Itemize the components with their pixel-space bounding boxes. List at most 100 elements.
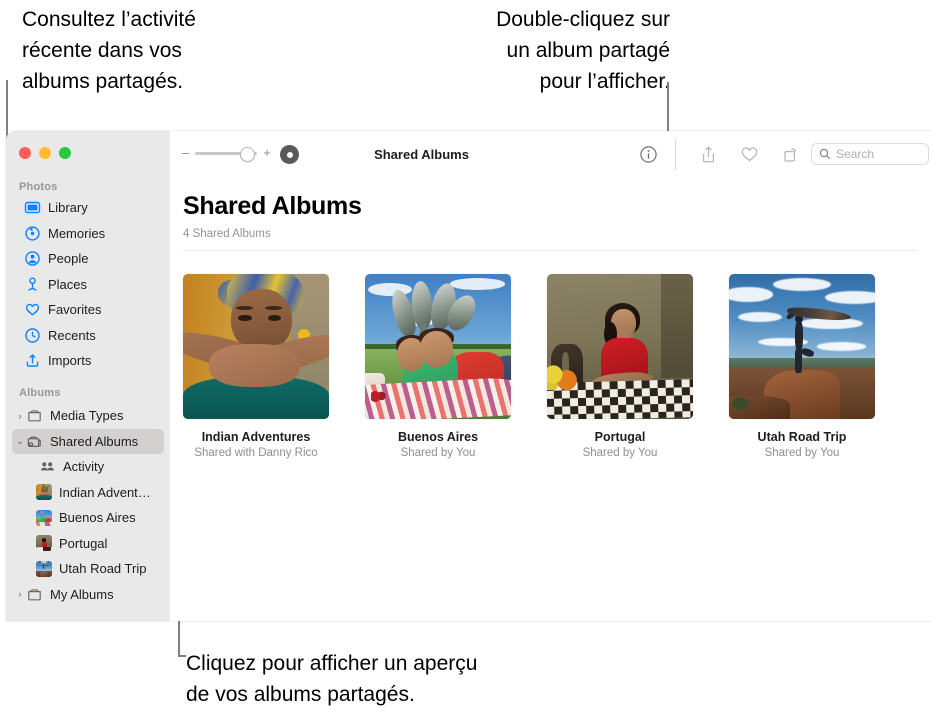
minimize-window-button[interactable]	[39, 147, 51, 159]
view-mode-icon[interactable]	[280, 145, 299, 164]
sidebar: Photos Library Memories People Places Fa…	[6, 131, 171, 621]
maximize-window-button[interactable]	[59, 147, 71, 159]
content-divider	[183, 250, 918, 251]
sidebar-item-label: Imports	[48, 353, 92, 369]
album-thumbnail-icon	[36, 509, 52, 526]
sidebar-item-shared-albums[interactable]: ⌄ Shared Albums	[12, 428, 164, 454]
chevron-down-icon[interactable]: ⌄	[15, 436, 25, 447]
album-shared-status: Shared by You	[764, 447, 840, 459]
places-icon	[24, 276, 41, 293]
heart-icon[interactable]	[739, 144, 760, 165]
zoom-slider[interactable]: – +	[182, 146, 271, 162]
search-placeholder: Search	[836, 147, 875, 161]
album-card-buenos-aires[interactable]: Buenos Aires Shared by You	[365, 274, 511, 459]
folder-icon	[26, 407, 43, 424]
sidebar-group-title-photos: Photos	[19, 181, 58, 193]
callout-activity-text: Consultez l’activité récente dans vos al…	[22, 8, 196, 93]
import-icon	[24, 352, 41, 369]
sidebar-item-imports[interactable]: Imports	[12, 348, 164, 374]
album-shared-status: Shared with Danny Rico	[194, 447, 318, 459]
window-controls	[19, 147, 71, 159]
sidebar-item-portugal[interactable]: Portugal	[12, 531, 164, 557]
photos-app-window: Photos Library Memories People Places Fa…	[6, 131, 931, 621]
search-icon	[819, 148, 831, 160]
sidebar-item-label: Indian Advent…	[59, 484, 151, 500]
sidebar-item-label: Recents	[48, 327, 96, 343]
photo-woman-at-checkered-table	[547, 274, 693, 419]
sidebar-item-buenos-aires[interactable]: Buenos Aires	[12, 505, 164, 531]
chevron-right-icon[interactable]: ›	[15, 411, 25, 421]
sidebar-item-label: Places	[48, 276, 88, 292]
sidebar-item-utah-road-trip[interactable]: Utah Road Trip	[12, 556, 164, 582]
sidebar-item-label: Activity	[63, 459, 105, 475]
sidebar-item-label: People	[48, 251, 89, 267]
clock-icon	[24, 327, 41, 344]
people-group-icon	[39, 458, 56, 475]
album-thumbnail-icon	[36, 535, 52, 552]
sidebar-item-memories[interactable]: Memories	[12, 221, 164, 247]
leader-line-preview-end	[178, 655, 186, 657]
callout-preview-text: Cliquez pour afficher un aperçu de vos a…	[186, 652, 478, 706]
album-name: Buenos Aires	[397, 430, 479, 444]
photo-silhouette-on-red-rock	[729, 274, 875, 419]
sidebar-item-label: Library	[48, 200, 88, 216]
page-subtitle: 4 Shared Albums	[183, 228, 271, 240]
share-icon[interactable]	[698, 144, 719, 165]
album-name: Indian Adventures	[201, 430, 311, 444]
chevron-right-icon[interactable]: ›	[15, 589, 25, 599]
sidebar-item-indian-adventures[interactable]: Indian Advent…	[12, 480, 164, 506]
photo-two-kids-mini	[36, 509, 52, 526]
sidebar-item-label: My Albums	[50, 586, 114, 602]
sidebar-item-label: Memories	[48, 225, 106, 241]
zoom-in-label[interactable]: +	[263, 146, 271, 159]
sidebar-item-library[interactable]: Library	[12, 195, 164, 221]
album-thumbnail-icon	[36, 560, 52, 577]
photo-two-kids-on-picnic-blanket	[365, 274, 511, 419]
sidebar-item-people[interactable]: People	[12, 246, 164, 272]
photo-woman-with-headwrap	[183, 274, 329, 419]
page-title: Shared Albums	[183, 192, 362, 220]
sidebar-item-label: Utah Road Trip	[59, 561, 147, 577]
sidebar-item-label: Shared Albums	[50, 433, 139, 449]
album-card-indian-adventures[interactable]: Indian Adventures Shared with Danny Rico	[183, 274, 329, 459]
sidebar-item-my-albums[interactable]: › My Albums	[12, 582, 164, 608]
album-card-utah-road-trip[interactable]: Utah Road Trip Shared by You	[729, 274, 875, 459]
sidebar-item-recents[interactable]: Recents	[12, 323, 164, 349]
album-thumbnail[interactable]	[729, 274, 875, 419]
shared-folder-icon	[26, 433, 43, 450]
toolbar-divider	[675, 139, 676, 170]
sidebar-group-photos: Library Memories People Places Favorites…	[12, 195, 164, 374]
sidebar-item-activity[interactable]: Activity	[12, 454, 164, 480]
search-input[interactable]: Search	[811, 143, 929, 165]
sidebar-group-title-albums: Albums	[19, 387, 61, 399]
sidebar-item-label: Media Types	[50, 408, 124, 424]
album-shared-status: Shared by You	[582, 447, 658, 459]
album-grid: Indian Adventures Shared with Danny Rico	[183, 274, 931, 459]
photo-woman-with-headwrap-mini	[36, 484, 52, 501]
zoom-slider-track[interactable]	[195, 146, 258, 162]
album-thumbnail[interactable]	[547, 274, 693, 419]
folder-icon	[26, 586, 43, 603]
sidebar-item-media-types[interactable]: › Media Types	[12, 403, 164, 429]
photo-woman-at-table-mini	[36, 535, 52, 552]
album-thumbnail[interactable]	[365, 274, 511, 419]
library-icon	[24, 199, 41, 216]
album-thumbnail-icon	[36, 484, 52, 501]
info-icon[interactable]	[638, 144, 659, 165]
zoom-out-label[interactable]: –	[182, 146, 189, 159]
close-window-button[interactable]	[19, 147, 31, 159]
rotate-icon[interactable]	[780, 144, 801, 165]
callout-double-click-text: Double-cliquez sur un album partagé pour…	[496, 8, 670, 93]
photo-silhouette-mini	[36, 560, 52, 577]
album-card-portugal[interactable]: Portugal Shared by You	[547, 274, 693, 459]
sidebar-group-albums: › Media Types ⌄ Shared Albums Activity I…	[12, 403, 164, 607]
memories-icon	[24, 225, 41, 242]
sidebar-item-label: Portugal	[59, 535, 108, 551]
album-thumbnail[interactable]	[183, 274, 329, 419]
sidebar-item-label: Favorites	[48, 302, 102, 318]
toolbar: – + Shared Albums Search	[170, 131, 931, 179]
sidebar-item-favorites[interactable]: Favorites	[12, 297, 164, 323]
zoom-slider-knob[interactable]	[240, 146, 256, 162]
sidebar-item-places[interactable]: Places	[12, 272, 164, 298]
content-area: Shared Albums 4 Shared Albums Indian Adv…	[170, 178, 931, 621]
